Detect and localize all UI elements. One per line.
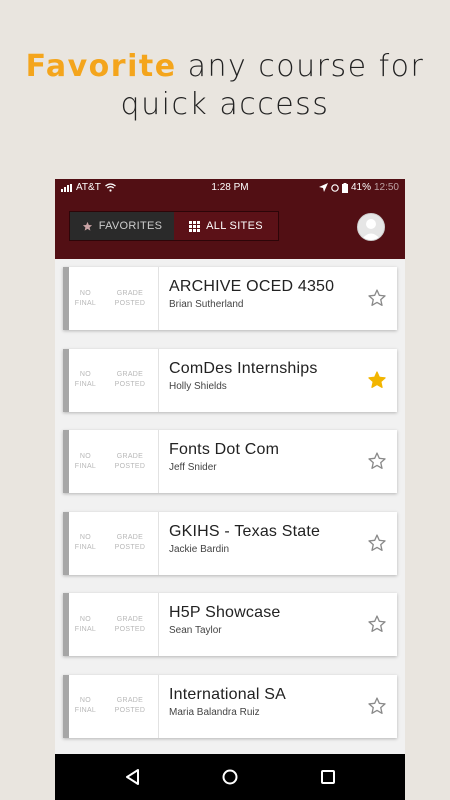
phone-screen: AT&T 1:28 PM 41% 12:50 FAVORITES ALL SIT… xyxy=(55,179,405,800)
grade-placeholder: NO FINAL GRADE POSTED xyxy=(63,674,159,738)
grade-line: GRADE POSTED xyxy=(114,289,146,307)
course-card[interactable]: NO FINAL GRADE POSTED International SA Mari… xyxy=(63,674,397,738)
home-circle-icon[interactable] xyxy=(220,767,240,787)
star-filled-icon[interactable] xyxy=(367,370,387,390)
tab-all-sites-label: ALL SITES xyxy=(206,220,263,232)
battery-percent: 41% xyxy=(350,182,371,193)
back-triangle-icon[interactable] xyxy=(123,767,143,787)
course-title: Fonts Dot Com xyxy=(169,441,280,458)
grade-placeholder: NO FINAL GRADE POSTED xyxy=(63,511,159,575)
avatar[interactable] xyxy=(357,213,385,241)
course-instructor: Brian Sutherland xyxy=(169,299,244,310)
course-card[interactable]: NO FINAL GRADE POSTED H5P Showcase Sean Tay… xyxy=(63,593,397,656)
recents-square-icon[interactable] xyxy=(318,767,338,787)
star-outline-icon[interactable] xyxy=(367,451,387,471)
battery-icon xyxy=(341,182,348,193)
course-instructor: Jeff Snider xyxy=(169,462,217,473)
user-avatar-icon xyxy=(361,219,381,240)
grade-line: GRADE POSTED xyxy=(114,615,146,633)
course-info: ComDes Internships Holly Shields xyxy=(159,349,397,412)
course-card[interactable]: NO FINAL GRADE POSTED ComDes Internships Ho… xyxy=(63,348,397,412)
grade-placeholder: NO FINAL GRADE POSTED xyxy=(63,348,159,412)
grade-line: NO FINAL xyxy=(74,697,97,714)
grade-line: NO FINAL xyxy=(74,452,97,470)
android-nav-bar xyxy=(55,754,405,800)
status-bar: AT&T 1:28 PM 41% 12:50 xyxy=(55,179,405,197)
course-title: GKIHS - Texas State xyxy=(169,522,321,540)
star-outline-icon[interactable] xyxy=(367,614,387,634)
course-info: ARCHIVE OCED 4350 Brian Sutherland xyxy=(159,267,397,330)
course-info: GKIHS - Texas State Jackie Bardin xyxy=(159,512,397,575)
course-info: International SA Maria Balandra Ruiz xyxy=(159,675,397,738)
course-instructor: Jackie Bardin xyxy=(169,543,230,555)
grade-line: NO FINAL xyxy=(74,289,97,307)
alarm-icon xyxy=(331,184,339,192)
promo-line2: quick access xyxy=(120,87,330,122)
promo-headline: Favorite any course for quick access xyxy=(0,48,450,124)
grade-line: NO FINAL xyxy=(74,371,97,388)
grade-line: GRADE POSTED xyxy=(114,452,146,470)
tab-all-sites[interactable]: ALL SITES xyxy=(174,212,278,240)
course-instructor: Holly Shields xyxy=(169,380,227,392)
course-title: ARCHIVE OCED 4350 xyxy=(169,278,335,295)
star-outline-icon[interactable] xyxy=(367,533,387,553)
app-bar: FAVORITES ALL SITES xyxy=(55,197,405,259)
site-filter-toggle: FAVORITES ALL SITES xyxy=(69,211,279,241)
course-title: ComDes Internships xyxy=(169,359,318,377)
star-outline-icon[interactable] xyxy=(367,288,387,308)
grade-placeholder: NO FINAL GRADE POSTED xyxy=(63,593,159,656)
course-card[interactable]: NO FINAL GRADE POSTED GKIHS - Texas State J… xyxy=(63,511,397,575)
grid-icon xyxy=(189,220,201,232)
grade-line: GRADE POSTED xyxy=(114,371,146,388)
status-right: 41% 12:50 xyxy=(318,182,399,193)
star-icon xyxy=(82,221,92,231)
star-outline-icon[interactable] xyxy=(367,696,387,716)
tab-favorites-label: FAVORITES xyxy=(98,220,163,232)
course-card[interactable]: NO FINAL GRADE POSTED ARCHIVE OCED 4350 Bri… xyxy=(63,267,397,330)
promo-accent-word: Favorite xyxy=(25,49,177,84)
course-instructor: Maria Balandra Ruiz xyxy=(169,706,260,718)
grade-line: GRADE POSTED xyxy=(114,697,146,714)
location-icon xyxy=(318,183,328,192)
grade-line: NO FINAL xyxy=(74,615,97,633)
grade-line: NO FINAL xyxy=(74,534,97,551)
course-card[interactable]: NO FINAL GRADE POSTED Fonts Dot Com Jeff Sn… xyxy=(63,430,397,493)
course-title: H5P Showcase xyxy=(169,604,281,621)
course-list: NO FINAL GRADE POSTED ARCHIVE OCED 4350 Bri… xyxy=(63,267,397,756)
tab-favorites[interactable]: FAVORITES xyxy=(70,212,174,240)
course-title: International SA xyxy=(169,685,287,703)
course-info: H5P Showcase Sean Taylor xyxy=(159,593,397,656)
course-info: Fonts Dot Com Jeff Snider xyxy=(159,430,397,493)
grade-placeholder: NO FINAL GRADE POSTED xyxy=(63,430,159,493)
promo-line1-rest: any course for xyxy=(176,49,425,84)
course-instructor: Sean Taylor xyxy=(169,625,222,636)
status-extra: 12:50 xyxy=(373,182,399,193)
grade-placeholder: NO FINAL GRADE POSTED xyxy=(63,267,159,330)
grade-line: GRADE POSTED xyxy=(114,534,146,551)
